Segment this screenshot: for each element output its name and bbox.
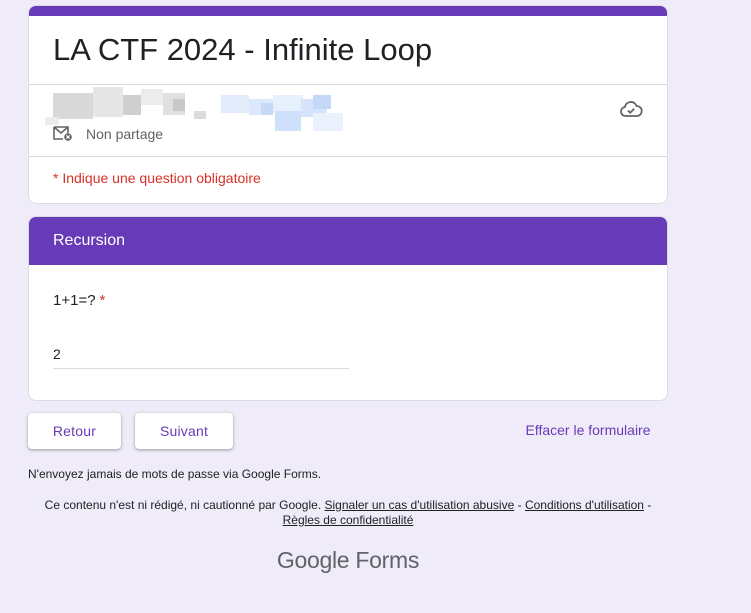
question-text: 1+1=?	[53, 292, 96, 309]
terms-link[interactable]: Conditions d'utilisation	[525, 498, 644, 512]
separator: -	[517, 498, 522, 512]
report-abuse-link[interactable]: Signaler un cas d'utilisation abusive	[325, 498, 515, 512]
header-divider-2	[29, 156, 667, 157]
required-note: * Indique une question obligatoire	[53, 170, 261, 186]
question-label: 1+1=? *	[53, 292, 105, 309]
clear-form-button[interactable]: Effacer le formulaire	[508, 422, 668, 438]
password-warning: N'envoyez jamais de mots de passe via Go…	[28, 467, 322, 481]
header-accent-bar	[29, 6, 667, 16]
section-title: Recursion	[29, 217, 667, 265]
logo-forms: Forms	[355, 547, 420, 573]
back-button[interactable]: Retour	[28, 413, 121, 449]
logo-google: Google	[276, 547, 350, 573]
google-forms-logo[interactable]: Google Forms	[0, 547, 696, 574]
form-title: LA CTF 2024 - Infinite Loop	[53, 32, 433, 67]
mail-shared-icon	[53, 126, 72, 141]
answer-input[interactable]	[53, 339, 349, 369]
section-card: Recursion 1+1=? *	[28, 216, 668, 401]
separator: -	[647, 498, 652, 512]
next-button[interactable]: Suivant	[135, 413, 233, 449]
disclaimer-text: Ce contenu n'est ni rédigé, ni cautionné…	[44, 498, 322, 512]
privacy-link[interactable]: Règles de confidentialité	[283, 513, 414, 527]
account-row: Non partage	[29, 85, 667, 156]
form-header-card: LA CTF 2024 - Infinite Loop Non partage …	[28, 5, 668, 204]
required-star: *	[99, 292, 106, 309]
share-status: Non partage	[86, 126, 164, 142]
cloud-saved-icon[interactable]	[619, 97, 643, 121]
disclaimer: Ce contenu n'est ni rédigé, ni cautionné…	[28, 498, 668, 528]
